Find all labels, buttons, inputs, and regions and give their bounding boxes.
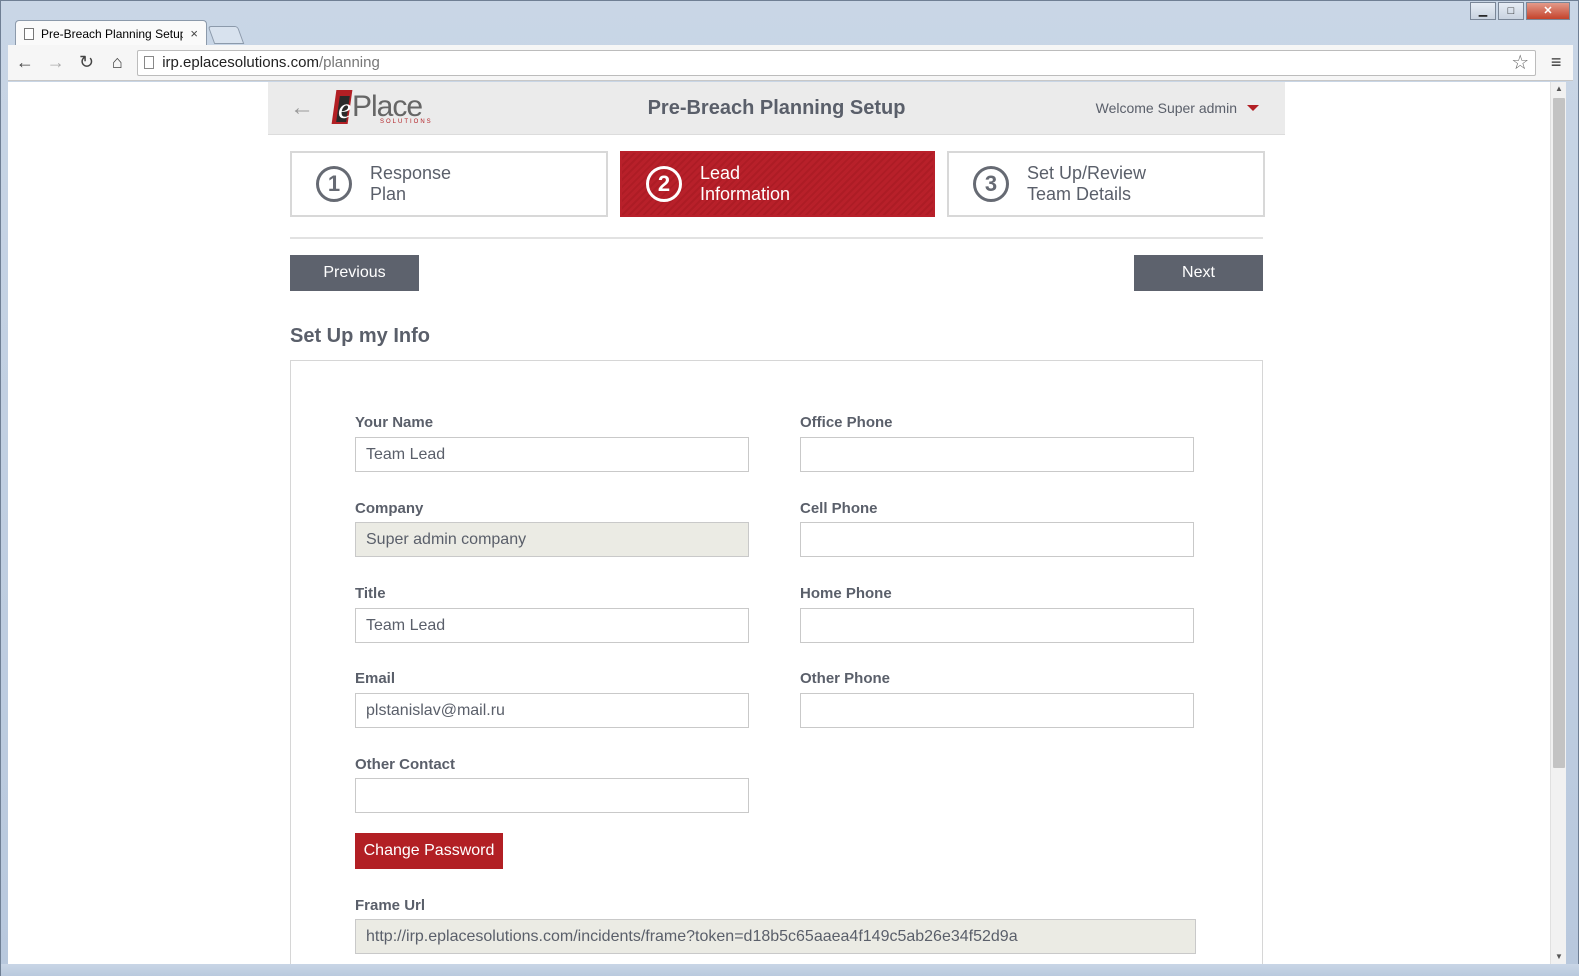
other-contact-label: Other Contact (355, 756, 456, 773)
scroll-up-icon[interactable]: ▲ (1551, 82, 1566, 96)
cell-phone-input[interactable] (800, 522, 1194, 557)
app-header: ← e Place SOLUTIONS Pre-Breach Planning … (268, 82, 1285, 135)
new-tab-button[interactable] (207, 26, 245, 44)
other-contact-input[interactable] (355, 778, 749, 813)
step-team-details[interactable]: 3 Set Up/Review Team Details (947, 151, 1265, 217)
step-label-line2: Plan (370, 184, 407, 204)
address-bar[interactable]: irp.eplacesolutions.com/planning ☆ (137, 49, 1537, 76)
bookmark-star-icon[interactable]: ☆ (1511, 50, 1529, 75)
window-bottom-edge (1, 964, 1579, 976)
frame-url-label: Frame Url (355, 897, 426, 914)
minimize-button[interactable]: ▁ (1470, 2, 1496, 20)
page-viewport: ← e Place SOLUTIONS Pre-Breach Planning … (8, 82, 1566, 964)
step-lead-information[interactable]: 2 Lead Information (620, 151, 935, 217)
tab-title: Pre-Breach Planning Setup (41, 26, 184, 41)
email-label: Email (355, 670, 396, 687)
page-info-icon (144, 56, 155, 69)
home-icon[interactable]: ⌂ (106, 52, 128, 74)
title-label: Title (355, 585, 386, 602)
home-phone-label: Home Phone (800, 585, 892, 602)
next-button[interactable]: Next (1134, 255, 1263, 291)
url-path: /planning (318, 54, 380, 71)
browser-tab[interactable]: Pre-Breach Planning Setup × (15, 20, 207, 46)
close-window-button[interactable]: ✕ (1526, 2, 1570, 20)
window-controls: ▁ □ ✕ (1470, 2, 1570, 20)
step-label-line2: Team Details (1027, 184, 1132, 204)
title-input[interactable] (355, 608, 749, 643)
other-phone-input[interactable] (800, 693, 1194, 728)
divider (290, 237, 1263, 239)
email-input[interactable] (355, 693, 749, 728)
scrollbar-thumb[interactable] (1553, 98, 1565, 768)
tab-close-icon[interactable]: × (190, 26, 198, 41)
step-label: Set Up/Review Team Details (1027, 163, 1146, 205)
page-icon (24, 27, 34, 40)
browser-toolbar: ← → ↻ ⌂ irp.eplacesolutions.com/planning… (8, 45, 1573, 81)
company-input (355, 522, 749, 557)
other-phone-label: Other Phone (800, 670, 891, 687)
step-label: Lead Information (700, 163, 790, 205)
home-phone-input[interactable] (800, 608, 1194, 643)
welcome-text: Welcome Super admin (1095, 100, 1237, 116)
browser-menu-icon[interactable]: ≡ (1545, 52, 1567, 73)
scroll-down-icon[interactable]: ▼ (1551, 950, 1566, 964)
caret-down-icon[interactable] (1247, 105, 1259, 111)
step-label-line1: Response (370, 163, 452, 183)
back-icon[interactable]: ← (14, 52, 36, 74)
step-number: 3 (973, 166, 1009, 202)
url-host: irp.eplacesolutions.com (162, 54, 319, 71)
browser-window: Pre-Breach Planning Setup × ▁ □ ✕ ← → ↻ … (0, 0, 1579, 976)
step-number: 2 (646, 166, 682, 202)
cell-phone-label: Cell Phone (800, 500, 878, 517)
office-phone-input[interactable] (800, 437, 1194, 472)
frame-url-input (355, 919, 1196, 954)
office-phone-label: Office Phone (800, 414, 893, 431)
change-password-button[interactable]: Change Password (355, 833, 503, 869)
user-menu[interactable]: Welcome Super admin (1096, 100, 1259, 116)
your-name-input[interactable] (355, 437, 749, 472)
vertical-scrollbar[interactable]: ▲ ▼ (1550, 82, 1566, 964)
your-name-label: Your Name (355, 414, 434, 431)
company-label: Company (355, 500, 424, 517)
section-title: Set Up my Info (290, 325, 431, 347)
step-response-plan[interactable]: 1 Response Plan (290, 151, 608, 217)
reload-icon[interactable]: ↻ (76, 52, 98, 74)
step-label: Response Plan (370, 163, 451, 205)
step-label-line1: Set Up/Review (1027, 163, 1147, 183)
forward-icon[interactable]: → (45, 52, 67, 74)
previous-button[interactable]: Previous (290, 255, 419, 291)
maximize-button[interactable]: □ (1498, 2, 1524, 20)
step-label-line1: Lead (700, 163, 741, 183)
step-number: 1 (316, 166, 352, 202)
tab-strip: Pre-Breach Planning Setup × ▁ □ ✕ (1, 1, 1578, 46)
step-label-line2: Information (700, 184, 791, 204)
